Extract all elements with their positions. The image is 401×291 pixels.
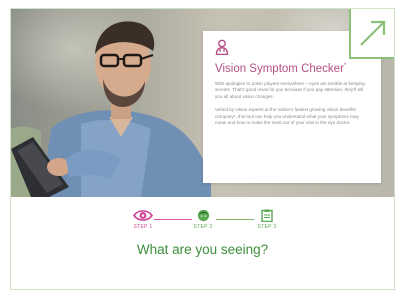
question-heading: What are you seeing? xyxy=(136,242,269,257)
title-mark: * xyxy=(343,63,347,69)
symptom-checker-widget: Vision Symptom Checker* With apologies t… xyxy=(10,8,395,290)
card-title: Vision Symptom Checker* xyxy=(215,62,347,75)
card-paragraph-2: Vetted by vision experts at the nation's… xyxy=(215,107,359,126)
hero-image: Vision Symptom Checker* With apologies t… xyxy=(11,9,394,197)
step-2[interactable]: STEP 2 xyxy=(183,209,223,231)
step-progress: STEP 1 STEP 2 STEP 3 What are you seeing… xyxy=(11,197,394,289)
doctor-icon xyxy=(215,39,229,55)
step-2-label: STEP 2 xyxy=(193,224,213,230)
eye-icon xyxy=(133,210,153,221)
step-3[interactable]: STEP 3 xyxy=(247,209,287,231)
step-1[interactable]: STEP 1 xyxy=(123,209,163,231)
step-3-label: STEP 3 xyxy=(257,224,277,230)
clipboard-icon xyxy=(261,209,273,222)
face-icon xyxy=(197,209,209,222)
man-with-tablet-photo xyxy=(11,21,211,197)
step-1-label: STEP 1 xyxy=(133,224,153,230)
card-paragraph-1: With apologies to poker players everywhe… xyxy=(215,80,365,99)
expand-button[interactable] xyxy=(349,9,394,59)
arrow-expand-icon xyxy=(360,20,386,46)
